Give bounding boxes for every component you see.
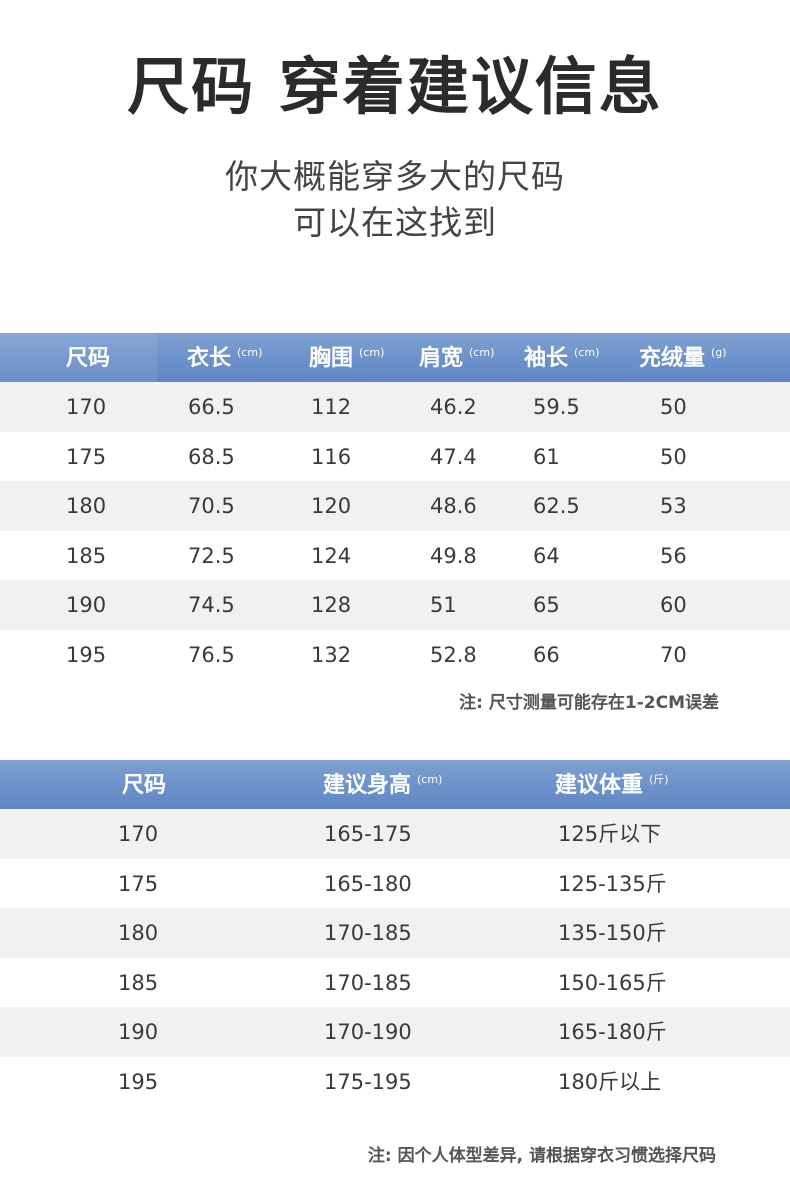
cell-height: 165-175 bbox=[324, 822, 412, 846]
cell-chest: 112 bbox=[311, 395, 352, 419]
cell-chest: 116 bbox=[311, 444, 352, 469]
cell-height: 170-190 bbox=[324, 1020, 412, 1045]
cell-chest: 124 bbox=[311, 543, 352, 568]
cell-fill: 56 bbox=[660, 543, 687, 568]
cell-chest: 120 bbox=[311, 494, 352, 519]
cell-height: 165-180 bbox=[324, 871, 412, 896]
cell-weight: 165-180斤 bbox=[558, 1020, 667, 1045]
table-row: 185 170-185 150-165斤 bbox=[0, 957, 790, 1008]
table-row: 170 165-175 125斤以下 bbox=[0, 809, 790, 859]
col-header-height: 建议身高 (cm) bbox=[323, 773, 443, 798]
cell-size: 185 bbox=[118, 970, 159, 995]
cell-height: 175-195 bbox=[324, 1069, 412, 1094]
cell-fill: 50 bbox=[660, 395, 687, 419]
cell-weight: 150-165斤 bbox=[558, 970, 667, 995]
cell-size: 195 bbox=[66, 642, 107, 667]
cell-weight: 125-135斤 bbox=[558, 871, 667, 896]
cell-shoulder: 52.8 bbox=[430, 642, 477, 667]
page-title: 尺码 穿着建议信息 bbox=[127, 50, 663, 123]
cell-sleeve: 61 bbox=[533, 444, 560, 469]
cell-sleeve: 62.5 bbox=[533, 494, 580, 519]
table-row: 190 170-190 165-180斤 bbox=[0, 1007, 790, 1057]
cell-size: 195 bbox=[118, 1069, 159, 1094]
cell-size: 175 bbox=[118, 871, 159, 896]
table-row: 180 170-185 135-150斤 bbox=[0, 908, 790, 958]
cell-sleeve: 65 bbox=[533, 593, 560, 618]
cell-size: 190 bbox=[66, 593, 107, 618]
unit-label: (cm) bbox=[574, 346, 600, 359]
page-subtitle-line2: 可以在这找到 bbox=[293, 203, 497, 242]
size-table-header: 尺码 衣长 (cm) 胸围 (cm) 肩宽 (cm) 袖长 (cm) 充绒量 (g) bbox=[0, 333, 790, 382]
page-subtitle-line1: 你大概能穿多大的尺码 bbox=[225, 157, 565, 196]
cell-fill: 60 bbox=[660, 593, 687, 618]
col-header-length: 衣长 (cm) bbox=[187, 346, 263, 371]
cell-chest: 128 bbox=[311, 593, 352, 618]
table-row: 195 76.5 132 52.8 66 70 bbox=[0, 629, 790, 680]
table-row: 195 175-195 180斤以上 bbox=[0, 1056, 790, 1107]
cell-length: 72.5 bbox=[188, 543, 235, 568]
cell-sleeve: 64 bbox=[533, 543, 560, 568]
table-row: 175 68.5 116 47.4 61 50 bbox=[0, 431, 790, 482]
unit-label: (cm) bbox=[237, 346, 263, 359]
table-row: 185 72.5 124 49.8 64 56 bbox=[0, 530, 790, 581]
col-header-shoulder: 肩宽 (cm) bbox=[419, 346, 495, 371]
cell-length: 70.5 bbox=[188, 494, 235, 519]
unit-label: (cm) bbox=[469, 346, 495, 359]
cell-size: 170 bbox=[66, 395, 107, 419]
col-header-sleeve: 袖长 (cm) bbox=[524, 346, 600, 371]
fit-table-note: 注: 因个人体型差异, 请根据穿衣习惯选择尺码 bbox=[367, 1146, 716, 1166]
cell-fill: 53 bbox=[660, 494, 687, 519]
cell-length: 74.5 bbox=[188, 593, 235, 618]
cell-height: 170-185 bbox=[324, 921, 412, 946]
col-header-size: 尺码 bbox=[122, 773, 167, 798]
fit-table-header: 尺码 建议身高 (cm) 建议体重 (斤) bbox=[0, 760, 790, 809]
cell-size: 170 bbox=[118, 822, 159, 846]
cell-shoulder: 51 bbox=[430, 593, 457, 618]
unit-label: (cm) bbox=[359, 346, 385, 359]
cell-length: 68.5 bbox=[188, 444, 235, 469]
cell-chest: 132 bbox=[311, 642, 352, 667]
unit-label: (g) bbox=[711, 346, 727, 359]
unit-label: (cm) bbox=[417, 773, 443, 786]
cell-shoulder: 48.6 bbox=[430, 494, 477, 519]
cell-shoulder: 49.8 bbox=[430, 543, 477, 568]
cell-sleeve: 59.5 bbox=[533, 395, 580, 419]
cell-size: 180 bbox=[66, 494, 107, 519]
cell-sleeve: 66 bbox=[533, 642, 560, 667]
col-header-weight: 建议体重 (斤) bbox=[555, 773, 669, 798]
col-header-fill: 充绒量 (g) bbox=[639, 346, 727, 371]
col-header-size: 尺码 bbox=[66, 346, 111, 371]
size-table-note: 注: 尺寸测量可能存在1-2CM误差 bbox=[459, 693, 719, 713]
cell-weight: 135-150斤 bbox=[558, 921, 667, 946]
table-row: 180 70.5 120 48.6 62.5 53 bbox=[0, 481, 790, 531]
cell-weight: 180斤以上 bbox=[558, 1069, 662, 1094]
table-row: 170 66.5 112 46.2 59.5 50 bbox=[0, 382, 790, 432]
table-row: 175 165-180 125-135斤 bbox=[0, 858, 790, 909]
cell-size: 180 bbox=[118, 921, 159, 946]
cell-length: 76.5 bbox=[188, 642, 235, 667]
cell-weight: 125斤以下 bbox=[558, 822, 662, 846]
cell-shoulder: 47.4 bbox=[430, 444, 477, 469]
unit-label: (斤) bbox=[649, 773, 669, 786]
cell-fill: 50 bbox=[660, 444, 687, 469]
cell-length: 66.5 bbox=[188, 395, 235, 419]
cell-size: 175 bbox=[66, 444, 107, 469]
cell-height: 170-185 bbox=[324, 970, 412, 995]
cell-size: 190 bbox=[118, 1020, 159, 1045]
cell-shoulder: 46.2 bbox=[430, 395, 477, 419]
table-row: 190 74.5 128 51 65 60 bbox=[0, 580, 790, 630]
cell-fill: 70 bbox=[660, 642, 687, 667]
fit-table: 尺码 建议身高 (cm) 建议体重 (斤) 170 165-175 125斤以下 1… bbox=[0, 760, 790, 1107]
size-table: 尺码 衣长 (cm) 胸围 (cm) 肩宽 (cm) 袖长 (cm) 充绒量 (g) 17… bbox=[0, 333, 790, 680]
col-header-chest: 胸围 (cm) bbox=[309, 346, 385, 371]
cell-size: 185 bbox=[66, 543, 107, 568]
